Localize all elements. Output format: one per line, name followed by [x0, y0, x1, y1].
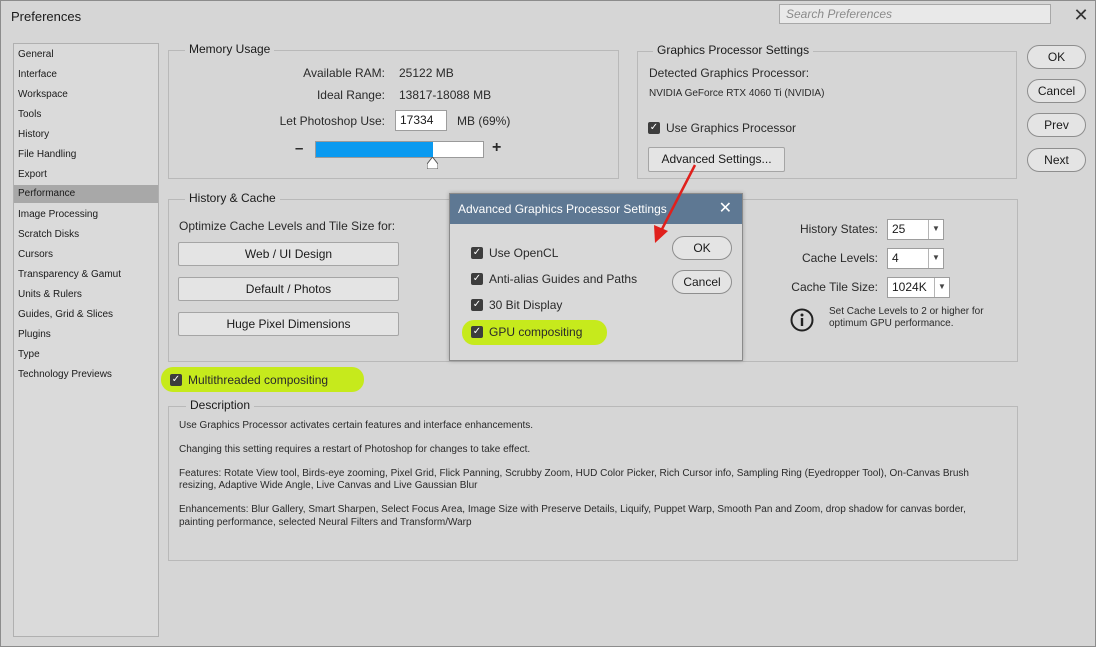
- available-ram-label: Available RAM:: [303, 66, 385, 80]
- sidebar-item-image-processing[interactable]: Image Processing: [14, 206, 158, 224]
- 30-bit-display-label: 30 Bit Display: [489, 298, 563, 312]
- gpu-compositing-label: GPU compositing: [489, 325, 583, 339]
- multithreaded-compositing-label: Multithreaded compositing: [188, 373, 329, 387]
- multithreaded-compositing-checkbox[interactable]: ✓: [170, 374, 182, 386]
- memory-slider-thumb[interactable]: [426, 156, 439, 170]
- description-legend: Description: [186, 398, 255, 412]
- sidebar-item-transparency-gamut[interactable]: Transparency & Gamut: [14, 266, 158, 284]
- cache-levels-select[interactable]: 4 ▼: [887, 248, 944, 269]
- sidebar-item-file-handling[interactable]: File Handling: [14, 146, 158, 164]
- chevron-down-icon: ▼: [928, 249, 943, 268]
- sidebar-item-type[interactable]: Type: [14, 346, 158, 364]
- 30-bit-display-checkbox[interactable]: ✓: [471, 299, 483, 311]
- gpu-compositing-checkbox[interactable]: ✓: [471, 326, 483, 338]
- description-group: Description Use Graphics Processor activ…: [168, 398, 1018, 561]
- sidebar-item-workspace[interactable]: Workspace: [14, 86, 158, 104]
- memory-slider-fill: [316, 142, 433, 157]
- sidebar-item-history[interactable]: History: [14, 126, 158, 144]
- available-ram-value: 25122 MB: [399, 66, 454, 80]
- memory-slider[interactable]: [315, 141, 484, 158]
- sidebar-item-units-rulers[interactable]: Units & Rulers: [14, 286, 158, 304]
- sidebar-item-interface[interactable]: Interface: [14, 66, 158, 84]
- dialog-cancel-button[interactable]: Cancel: [672, 270, 732, 294]
- annotation-arrow-icon: [654, 164, 697, 243]
- sidebar-item-tools[interactable]: Tools: [14, 106, 158, 124]
- history-states-select[interactable]: 25 ▼: [887, 219, 944, 240]
- use-gpu-label: Use Graphics Processor: [666, 121, 797, 135]
- title-bar: Preferences Search Preferences ✕: [1, 1, 1095, 31]
- cache-tile-size-value: 1024K: [892, 280, 927, 294]
- dialog-close-icon[interactable]: ✕: [719, 198, 732, 218]
- slider-plus-icon[interactable]: +: [492, 139, 501, 157]
- sidebar-item-guides-grid-slices[interactable]: Guides, Grid & Slices: [14, 306, 158, 324]
- sidebar-item-cursors[interactable]: Cursors: [14, 246, 158, 264]
- next-button[interactable]: Next: [1027, 148, 1086, 172]
- search-input[interactable]: Search Preferences: [779, 4, 1051, 24]
- cache-tile-size-label: Cache Tile Size:: [791, 280, 878, 294]
- window-title: Preferences: [11, 9, 82, 24]
- description-enhancements-2: painting performance, selected Neural Fi…: [179, 517, 472, 528]
- memory-usage-group: Memory Usage Available RAM: 25122 MB Ide…: [168, 42, 619, 179]
- preferences-window: Preferences Search Preferences ✕ General…: [0, 0, 1096, 647]
- chevron-down-icon: ▼: [928, 220, 943, 239]
- use-opencl-checkbox[interactable]: ✓: [471, 247, 483, 259]
- description-features-2: resizing, Adaptive Wide Angle, Live Canv…: [179, 480, 478, 491]
- cache-tile-size-select[interactable]: 1024K ▼: [887, 277, 950, 298]
- sidebar-item-plugins[interactable]: Plugins: [14, 326, 158, 344]
- history-cache-legend: History & Cache: [185, 191, 280, 205]
- info-icon: [790, 308, 814, 332]
- memory-usage-input[interactable]: 17334: [395, 110, 447, 131]
- detected-gpu-label: Detected Graphics Processor:: [649, 66, 810, 80]
- close-icon[interactable]: ✕: [1071, 5, 1091, 25]
- let-photoshop-use-label: Let Photoshop Use:: [279, 114, 385, 128]
- detected-gpu-value: NVIDIA GeForce RTX 4060 Ti (NVIDIA): [649, 88, 825, 99]
- sidebar: General Interface Workspace Tools Histor…: [13, 43, 159, 637]
- description-enhancements-1: Enhancements: Blur Gallery, Smart Sharpe…: [179, 504, 966, 515]
- history-states-label: History States:: [799, 222, 878, 236]
- sidebar-item-general[interactable]: General: [14, 46, 158, 64]
- description-features-1: Features: Rotate View tool, Birds-eye zo…: [179, 468, 969, 479]
- sidebar-item-performance[interactable]: Performance: [14, 185, 158, 203]
- cache-info-text-1: Set Cache Levels to 2 or higher for: [829, 306, 984, 317]
- default-photos-button[interactable]: Default / Photos: [178, 277, 399, 301]
- cache-levels-value: 4: [892, 251, 899, 265]
- sidebar-item-scratch-disks[interactable]: Scratch Disks: [14, 226, 158, 244]
- anti-alias-label: Anti-alias Guides and Paths: [489, 272, 638, 286]
- use-gpu-checkbox[interactable]: ✓: [648, 122, 660, 134]
- cache-levels-label: Cache Levels:: [801, 251, 878, 265]
- optimize-cache-label: Optimize Cache Levels and Tile Size for:: [179, 219, 396, 233]
- ok-button[interactable]: OK: [1027, 45, 1086, 69]
- description-text-1: Use Graphics Processor activates certain…: [179, 420, 534, 431]
- huge-pixel-dimensions-button[interactable]: Huge Pixel Dimensions: [178, 312, 399, 336]
- prev-button[interactable]: Prev: [1027, 113, 1086, 137]
- advanced-gpu-dialog-title: Advanced Graphics Processor Settings: [458, 202, 667, 216]
- chevron-down-icon: ▼: [934, 278, 949, 297]
- slider-minus-icon[interactable]: –: [295, 140, 303, 157]
- cancel-button[interactable]: Cancel: [1027, 79, 1086, 103]
- description-text-2: Changing this setting requires a restart…: [179, 444, 531, 455]
- use-opencl-label: Use OpenCL: [489, 246, 559, 260]
- history-states-value: 25: [892, 222, 906, 236]
- graphics-processor-legend: Graphics Processor Settings: [653, 43, 814, 57]
- ideal-range-value: 13817-18088 MB: [399, 88, 492, 102]
- anti-alias-checkbox[interactable]: ✓: [471, 273, 483, 285]
- cache-info-text-2: optimum GPU performance.: [829, 318, 954, 329]
- sidebar-item-technology-previews[interactable]: Technology Previews: [14, 366, 158, 384]
- web-ui-design-button[interactable]: Web / UI Design: [178, 242, 399, 266]
- sidebar-item-export[interactable]: Export: [14, 166, 158, 184]
- memory-percent-label: MB (69%): [457, 114, 511, 128]
- ideal-range-label: Ideal Range:: [316, 88, 385, 102]
- memory-usage-legend: Memory Usage: [185, 42, 275, 56]
